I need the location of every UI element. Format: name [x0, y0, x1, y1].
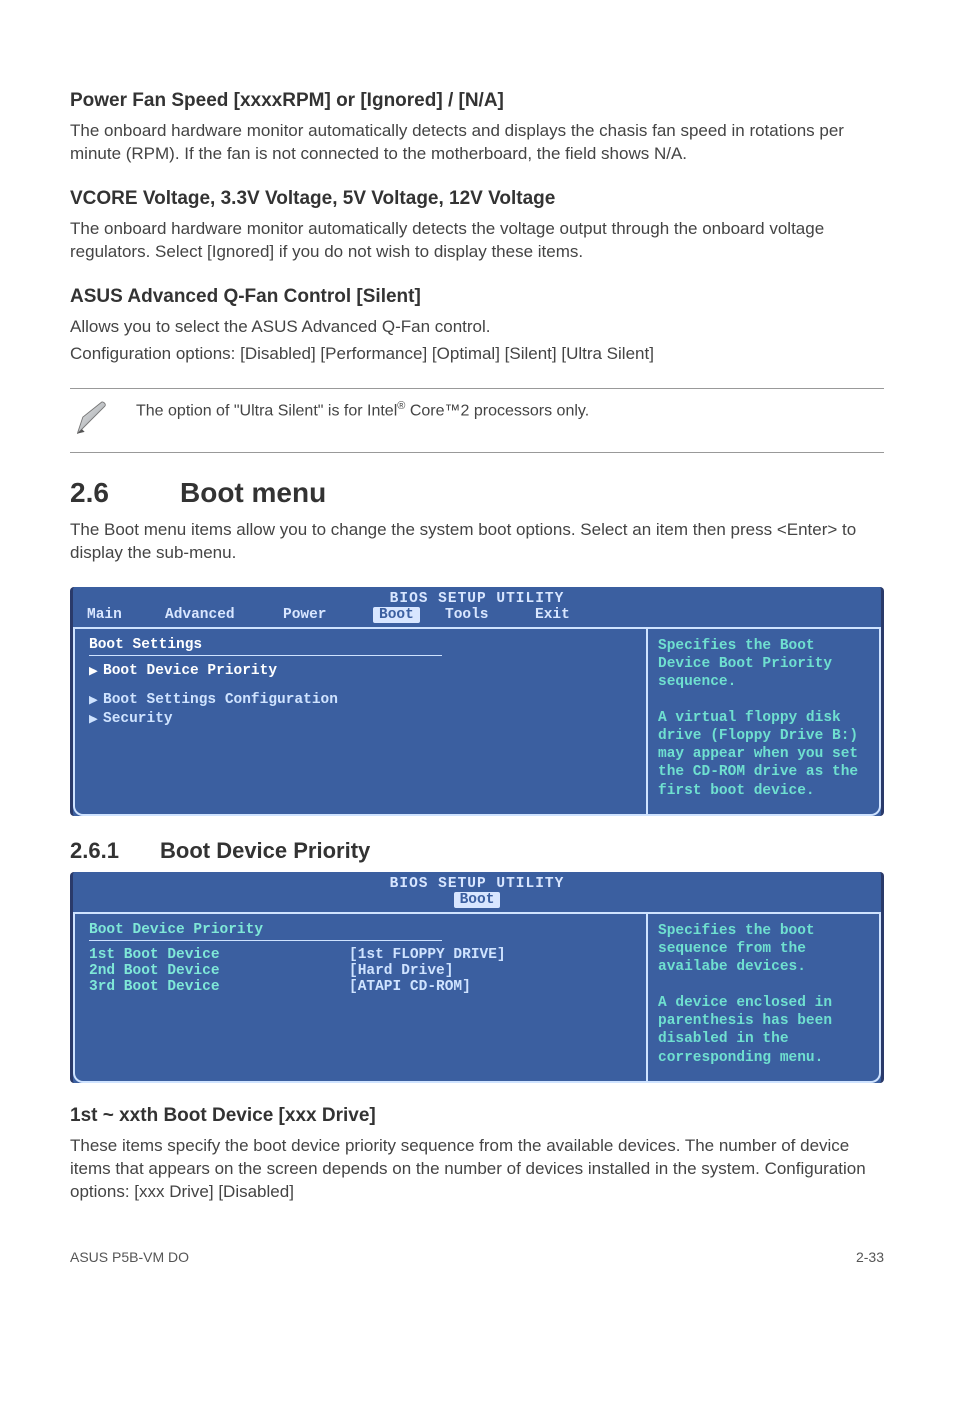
footer-right: 2-33 — [856, 1249, 884, 1265]
row-key: 3rd Boot Device — [89, 979, 349, 995]
bios-title: BIOS SETUP UTILITY — [73, 587, 881, 607]
bios-tabs: Main Advanced Power Boot Tools Exit — [73, 607, 881, 627]
bios-title: BIOS SETUP UTILITY — [73, 872, 881, 892]
para-qfan-1: Allows you to select the ASUS Advanced Q… — [70, 316, 884, 339]
section-title: Boot menu — [180, 477, 326, 508]
bios-heading: Boot Device Priority — [89, 922, 632, 938]
heading-1st-xxth: 1st ~ xxth Boot Device [xxx Drive] — [70, 1105, 884, 1127]
menu-label: Boot Device Priority — [103, 663, 277, 679]
tab-advanced[interactable]: Advanced — [165, 607, 283, 623]
bios-left-pane: Boot Device Priority 1st Boot Device [1s… — [73, 914, 646, 1083]
subsection-title: Boot Device Priority — [160, 838, 370, 863]
row-key: 1st Boot Device — [89, 947, 349, 963]
subsection-num: 2.6.1 — [70, 838, 160, 864]
arrow-icon: ▶ — [89, 692, 103, 709]
para-boot-menu: The Boot menu items allow you to change … — [70, 519, 884, 565]
bios-help-pane: Specifies the Boot Device Boot Priority … — [646, 629, 881, 816]
tab-exit[interactable]: Exit — [535, 607, 590, 623]
bios-divider — [89, 940, 442, 941]
bios-help-text: Specifies the boot sequence from the ava… — [658, 923, 832, 1066]
pencil-icon — [70, 395, 118, 446]
heading-qfan: ASUS Advanced Q-Fan Control [Silent] — [70, 286, 884, 308]
bios-tab-row: Boot — [73, 892, 881, 912]
page-footer: ASUS P5B-VM DO 2-33 — [70, 1249, 884, 1265]
note-box: The option of "Ultra Silent" is for Inte… — [70, 388, 884, 453]
menu-security[interactable]: ▶Security — [89, 710, 632, 729]
menu-label: Security — [103, 711, 173, 727]
arrow-icon: ▶ — [89, 663, 103, 680]
note-post: Core™2 processors only. — [405, 402, 589, 419]
bios-left-pane: Boot Settings ▶Boot Device Priority ▶Boo… — [73, 629, 646, 816]
para-vcore: The onboard hardware monitor automatical… — [70, 218, 884, 264]
para-power-fan: The onboard hardware monitor automatical… — [70, 120, 884, 166]
menu-label: Boot Settings Configuration — [103, 692, 338, 708]
section-num: 2.6 — [70, 477, 180, 509]
bios-heading: Boot Settings — [89, 637, 632, 653]
para-qfan-2: Configuration options: [Disabled] [Perfo… — [70, 343, 884, 366]
tab-power[interactable]: Power — [283, 607, 373, 623]
bios-help-pane: Specifies the boot sequence from the ava… — [646, 914, 881, 1083]
bios-panel-boot-settings: BIOS SETUP UTILITY Main Advanced Power B… — [70, 587, 884, 816]
tab-boot[interactable]: Boot — [454, 892, 501, 908]
row-val: [1st FLOPPY DRIVE] — [349, 947, 506, 963]
heading-power-fan: Power Fan Speed [xxxxRPM] or [Ignored] /… — [70, 90, 884, 112]
menu-boot-settings-config[interactable]: ▶Boot Settings Configuration — [89, 691, 632, 710]
row-key: 2nd Boot Device — [89, 963, 349, 979]
section-2-6: 2.6Boot menu — [70, 477, 884, 509]
heading-vcore: VCORE Voltage, 3.3V Voltage, 5V Voltage,… — [70, 188, 884, 210]
heading-2-6-1: 2.6.1Boot Device Priority — [70, 838, 884, 864]
footer-left: ASUS P5B-VM DO — [70, 1249, 189, 1265]
tab-tools[interactable]: Tools — [445, 607, 535, 623]
tab-boot[interactable]: Boot — [373, 607, 445, 623]
row-3rd-boot[interactable]: 3rd Boot Device [ATAPI CD-ROM] — [89, 979, 632, 995]
row-2nd-boot[interactable]: 2nd Boot Device [Hard Drive] — [89, 963, 632, 979]
row-1st-boot[interactable]: 1st Boot Device [1st FLOPPY DRIVE] — [89, 947, 632, 963]
bios-panel-device-priority: BIOS SETUP UTILITY Boot Boot Device Prio… — [70, 872, 884, 1083]
row-val: [ATAPI CD-ROM] — [349, 979, 471, 995]
para-1st-xxth: These items specify the boot device prio… — [70, 1135, 884, 1204]
tab-boot-label: Boot — [373, 607, 420, 623]
menu-boot-device-priority[interactable]: ▶Boot Device Priority — [89, 662, 632, 681]
note-text: The option of "Ultra Silent" is for Inte… — [136, 395, 589, 422]
bios-help-text: Specifies the Boot Device Boot Priority … — [658, 638, 858, 799]
row-val: [Hard Drive] — [349, 963, 453, 979]
bios-divider — [89, 655, 442, 656]
tab-main[interactable]: Main — [87, 607, 165, 623]
arrow-icon: ▶ — [89, 711, 103, 728]
note-pre: The option of "Ultra Silent" is for Inte… — [136, 402, 397, 419]
